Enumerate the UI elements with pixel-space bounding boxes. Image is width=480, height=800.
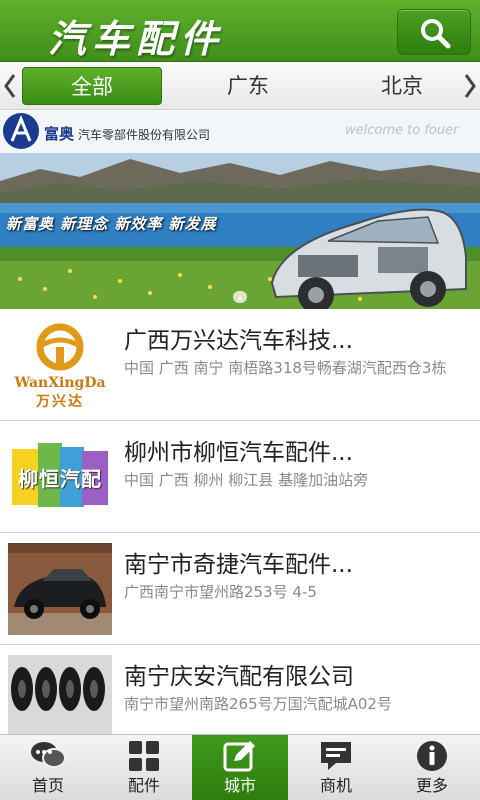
company-photo [8, 655, 112, 734]
search-button[interactable] [397, 9, 471, 55]
bottom-navigation: 首页 配件 城市 商机 更多 [0, 734, 480, 800]
list-item[interactable]: 南宁庆安汽配有限公司 南宁市望州南路265号万国汽配城A02号 [0, 645, 480, 734]
banner-brand: 富奥 [44, 125, 75, 143]
company-logo: WanXingDa 万兴达 [8, 319, 112, 411]
company-name: 南宁市奇捷汽车配件... [124, 552, 353, 577]
chevron-right-icon[interactable] [462, 72, 478, 100]
company-address: 广西南宁市望州路253号 4-5 [124, 583, 317, 601]
tab-all[interactable]: 全部 [22, 67, 162, 105]
company-list: WanXingDa 万兴达 广西万兴达汽车科技... 中国 广西 南宁 南梧路3… [0, 309, 480, 734]
banner-company: 富奥 汽车零部件股份有限公司 [44, 123, 210, 144]
banner-company-name: 汽车零部件股份有限公司 [78, 128, 211, 142]
banner-slogan: 新富奥 新理念 新效率 新发展 [6, 215, 217, 233]
nav-label: 更多 [415, 776, 448, 795]
list-item[interactable]: 柳恒汽配 柳州市柳恒汽车配件... 中国 广西 柳州 柳江县 基隆加油站旁 [0, 421, 480, 533]
chat-bubbles-icon [31, 742, 66, 768]
company-address: 中国 广西 南宁 南梧路318号畅春湖汽配西仓3栋 [124, 359, 447, 377]
list-item[interactable]: 南宁市奇捷汽车配件... 广西南宁市望州路253号 4-5 [0, 533, 480, 645]
nav-business[interactable]: 商机 [288, 735, 384, 800]
message-icon [321, 742, 351, 770]
chevron-left-icon[interactable] [2, 72, 18, 100]
search-icon [421, 19, 451, 49]
nav-label: 商机 [319, 776, 352, 795]
region-tabbar: 全部 广东 北京 [0, 62, 480, 110]
logo-text: 柳恒汽配 [18, 467, 102, 491]
nav-more[interactable]: 更多 [384, 735, 480, 800]
grid-icon [129, 741, 159, 771]
nav-label: 配件 [127, 776, 160, 795]
company-photo [8, 543, 112, 635]
company-address: 中国 广西 柳州 柳江县 基隆加油站旁 [124, 471, 369, 489]
nav-city[interactable]: 城市 [192, 735, 288, 800]
nav-parts[interactable]: 配件 [96, 735, 192, 800]
edit-icon [223, 741, 255, 772]
logo-subtext: 万兴达 [36, 394, 84, 410]
nav-home[interactable]: 首页 [0, 735, 96, 800]
banner-welcome: welcome to fouer [345, 123, 459, 138]
tab-guangdong[interactable]: 广东 [178, 67, 318, 105]
pagination-dot[interactable] [233, 291, 247, 303]
nav-label: 首页 [31, 776, 64, 795]
company-name: 柳州市柳恒汽车配件... [124, 440, 353, 465]
app-header: 汽车配件 [0, 0, 480, 62]
company-address: 南宁市望州南路265号万国汽配城A02号 [124, 695, 392, 713]
app-title: 汽车配件 [48, 16, 225, 61]
company-logo: 柳恒汽配 [8, 431, 112, 523]
company-name: 南宁庆安汽配有限公司 [124, 664, 354, 689]
logo-text: WanXingDa [14, 375, 106, 391]
company-name: 广西万兴达汽车科技... [124, 328, 353, 353]
list-item[interactable]: WanXingDa 万兴达 广西万兴达汽车科技... 中国 广西 南宁 南梧路3… [0, 309, 480, 421]
banner-pagination [212, 291, 268, 303]
info-icon [417, 741, 447, 771]
tab-beijing[interactable]: 北京 [332, 67, 472, 105]
promo-banner[interactable]: 富奥 汽车零部件股份有限公司 welcome to fouer 新富奥 新理念 新… [0, 111, 480, 309]
nav-label: 城市 [223, 776, 256, 795]
